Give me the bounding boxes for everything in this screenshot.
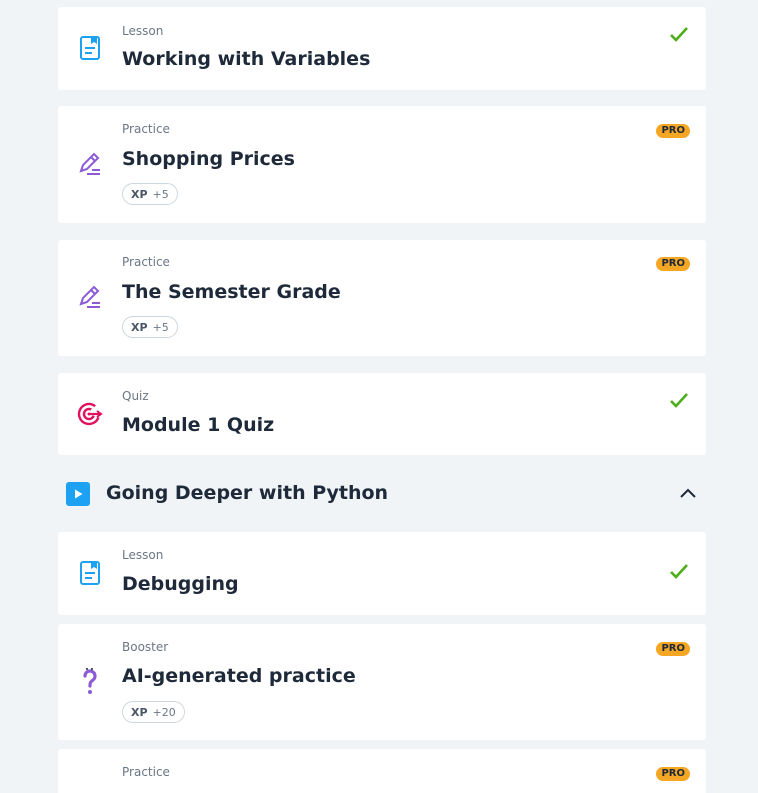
xp-label: XP xyxy=(131,705,148,719)
item-title: The Semester Grade xyxy=(122,281,341,303)
list-item[interactable]: Practice PRO xyxy=(58,749,706,793)
list-item[interactable]: Lesson Working with Variables xyxy=(58,7,706,90)
target-icon xyxy=(77,401,103,427)
lesson-icon xyxy=(77,35,103,61)
xp-badge: XP +5 xyxy=(122,183,178,205)
check-icon xyxy=(670,27,688,42)
list-item[interactable]: Booster AI-generated practice PRO XP +20 xyxy=(58,624,706,740)
pro-badge: PRO xyxy=(656,124,690,138)
item-title: Working with Variables xyxy=(122,48,371,70)
module-section-header[interactable]: Going Deeper with Python xyxy=(58,476,706,512)
xp-label: XP xyxy=(131,320,148,334)
practice-pencil-icon xyxy=(77,151,103,177)
xp-badge: XP +20 xyxy=(122,701,185,723)
item-type: Booster xyxy=(122,640,169,654)
chevron-up-icon[interactable] xyxy=(678,484,698,504)
item-type: Practice xyxy=(122,765,170,779)
item-type: Practice xyxy=(122,122,170,136)
question-icon xyxy=(77,668,103,694)
check-icon xyxy=(670,393,688,408)
xp-value: +20 xyxy=(152,705,176,719)
item-title: Debugging xyxy=(122,573,239,595)
list-item[interactable]: Quiz Module 1 Quiz xyxy=(58,373,706,455)
item-title: AI-generated practice xyxy=(122,665,356,687)
practice-pencil-icon xyxy=(77,284,103,310)
check-icon xyxy=(670,564,688,579)
list-item[interactable]: Practice Shopping Prices PRO XP +5 xyxy=(58,106,706,223)
pro-badge: PRO xyxy=(656,767,690,781)
lesson-icon xyxy=(77,560,103,586)
list-item[interactable]: Practice The Semester Grade PRO XP +5 xyxy=(58,240,706,356)
xp-label: XP xyxy=(131,187,148,201)
item-type: Quiz xyxy=(122,389,149,403)
item-title: Shopping Prices xyxy=(122,148,295,170)
xp-value: +5 xyxy=(152,320,169,334)
item-type: Lesson xyxy=(122,24,164,38)
item-type: Lesson xyxy=(122,548,164,562)
section-title: Going Deeper with Python xyxy=(106,482,389,504)
item-title: Module 1 Quiz xyxy=(122,414,275,436)
play-icon xyxy=(66,482,90,506)
pro-badge: PRO xyxy=(656,257,690,271)
item-type: Practice xyxy=(122,255,170,269)
pro-badge: PRO xyxy=(656,642,690,656)
xp-badge: XP +5 xyxy=(122,316,178,338)
list-item[interactable]: Lesson Debugging xyxy=(58,532,706,615)
xp-value: +5 xyxy=(152,187,169,201)
